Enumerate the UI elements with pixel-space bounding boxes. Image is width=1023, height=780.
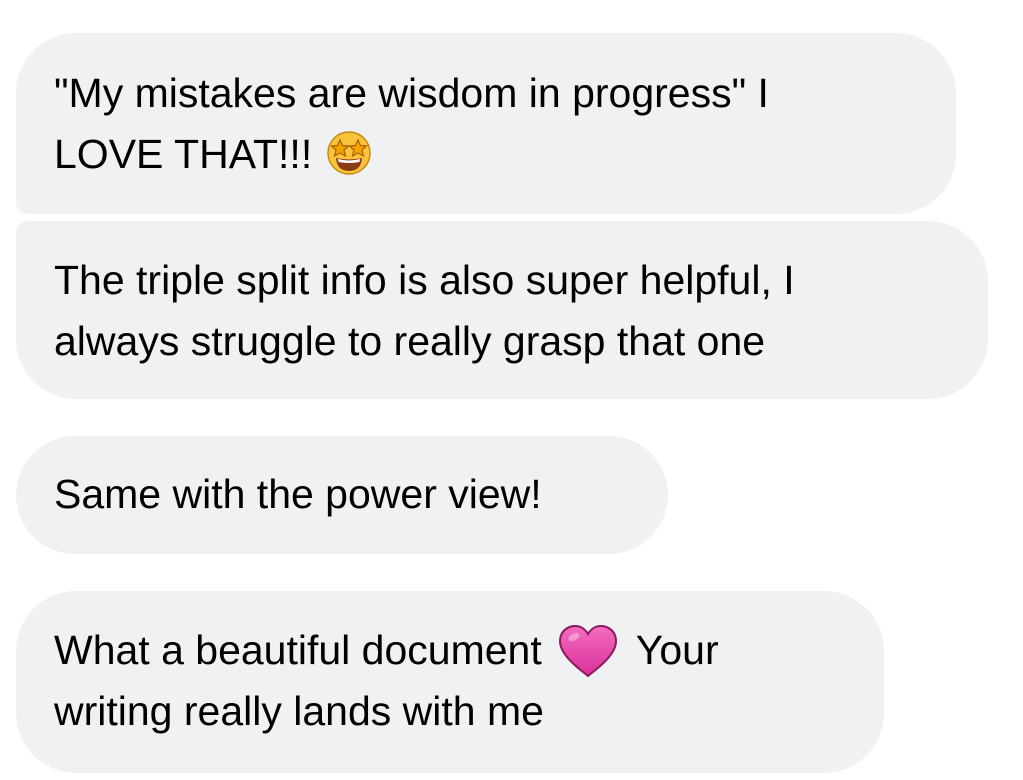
star-struck-emoji-icon xyxy=(327,131,371,175)
pink-heart-emoji-icon xyxy=(558,625,617,678)
message-4-line-1: What a beautiful document Your xyxy=(54,620,884,681)
message-bubble-2[interactable]: The triple split info is also super help… xyxy=(16,221,988,399)
message-bubble-4[interactable]: What a beautiful document Your writing r… xyxy=(16,591,884,773)
message-bubble-1[interactable]: "My mistakes are wisdom in progress" I L… xyxy=(16,33,956,214)
message-3-line-1: Same with the power view! xyxy=(54,471,542,517)
message-4-line-1-text-before: What a beautiful document xyxy=(54,627,542,673)
message-1-line-2-text: LOVE THAT!!! xyxy=(54,131,313,177)
message-2-line-2: always struggle to really grasp that one xyxy=(54,318,766,364)
message-2-line-1: The triple split info is also super help… xyxy=(54,257,795,303)
message-4-line-2: writing really lands with me xyxy=(54,688,544,734)
message-1-line-2: LOVE THAT!!! xyxy=(54,124,956,185)
message-1-line-1: "My mistakes are wisdom in progress" I xyxy=(54,70,769,116)
message-bubble-3[interactable]: Same with the power view! xyxy=(16,436,668,554)
message-4-line-1-text-after: Your xyxy=(635,627,719,673)
